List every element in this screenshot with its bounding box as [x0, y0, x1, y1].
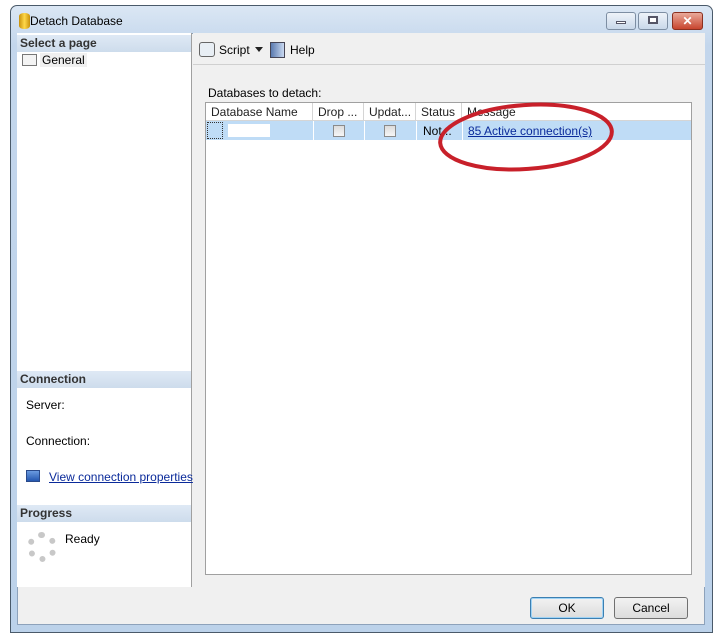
page-item-general[interactable]: General [22, 52, 92, 68]
server-label: Server: [26, 398, 65, 412]
row-focus-cell [207, 122, 223, 139]
update-checkbox[interactable] [384, 125, 396, 137]
ok-button[interactable]: OK [530, 597, 604, 619]
page-item-label: General [40, 53, 87, 67]
connection-header: Connection [17, 371, 191, 388]
view-connection-properties-link[interactable]: View connection properties [49, 470, 193, 484]
database-icon [19, 13, 30, 29]
column-database-name[interactable]: Database Name [206, 103, 313, 121]
properties-icon [22, 54, 37, 66]
script-icon [199, 42, 215, 57]
database-name-cell [228, 124, 270, 137]
progress-header: Progress [17, 505, 191, 522]
select-page-header: Select a page [17, 35, 191, 52]
left-panel [17, 33, 192, 587]
drop-checkbox[interactable] [333, 125, 345, 137]
window-title: Detach Database [30, 14, 123, 28]
connection-label: Connection: [26, 434, 91, 448]
progress-spinner-icon [27, 532, 57, 562]
column-drop[interactable]: Drop ... [313, 103, 364, 121]
script-dropdown-icon[interactable] [255, 47, 263, 52]
script-label: Script [219, 43, 250, 57]
cancel-button[interactable]: Cancel [614, 597, 688, 619]
close-button[interactable]: ✕ [672, 12, 703, 30]
help-icon [270, 42, 285, 58]
help-label: Help [290, 43, 315, 57]
progress-status: Ready [65, 532, 100, 546]
minimize-button[interactable] [606, 12, 636, 30]
network-icon [26, 470, 40, 482]
annotation-ellipse [438, 102, 614, 172]
grid-label: Databases to detach: [208, 86, 322, 100]
column-update[interactable]: Updat... [364, 103, 416, 121]
maximize-button[interactable] [638, 12, 668, 30]
